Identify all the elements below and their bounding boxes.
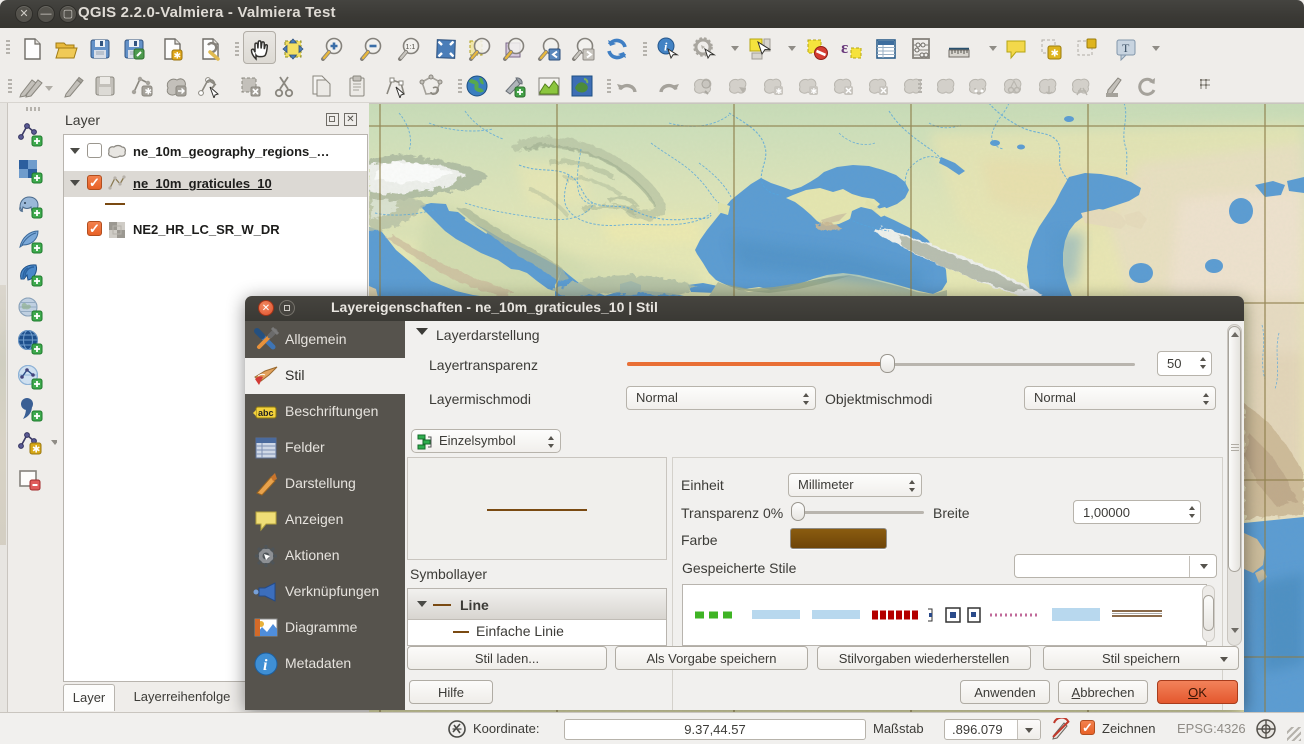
svg-text:✱: ✱ <box>145 87 153 97</box>
svg-text:✱: ✱ <box>174 51 182 61</box>
svg-text:T: T <box>1122 41 1130 55</box>
svg-text:✱: ✱ <box>811 87 818 96</box>
svg-text:1:1: 1:1 <box>406 44 416 51</box>
svg-text:ε: ε <box>841 38 848 57</box>
svg-text:abc: abc <box>258 408 274 418</box>
svg-text:✱: ✱ <box>776 87 783 96</box>
svg-text:✱: ✱ <box>1051 49 1059 60</box>
svg-text:✱: ✱ <box>32 445 40 456</box>
svg-text:i: i <box>263 657 268 674</box>
